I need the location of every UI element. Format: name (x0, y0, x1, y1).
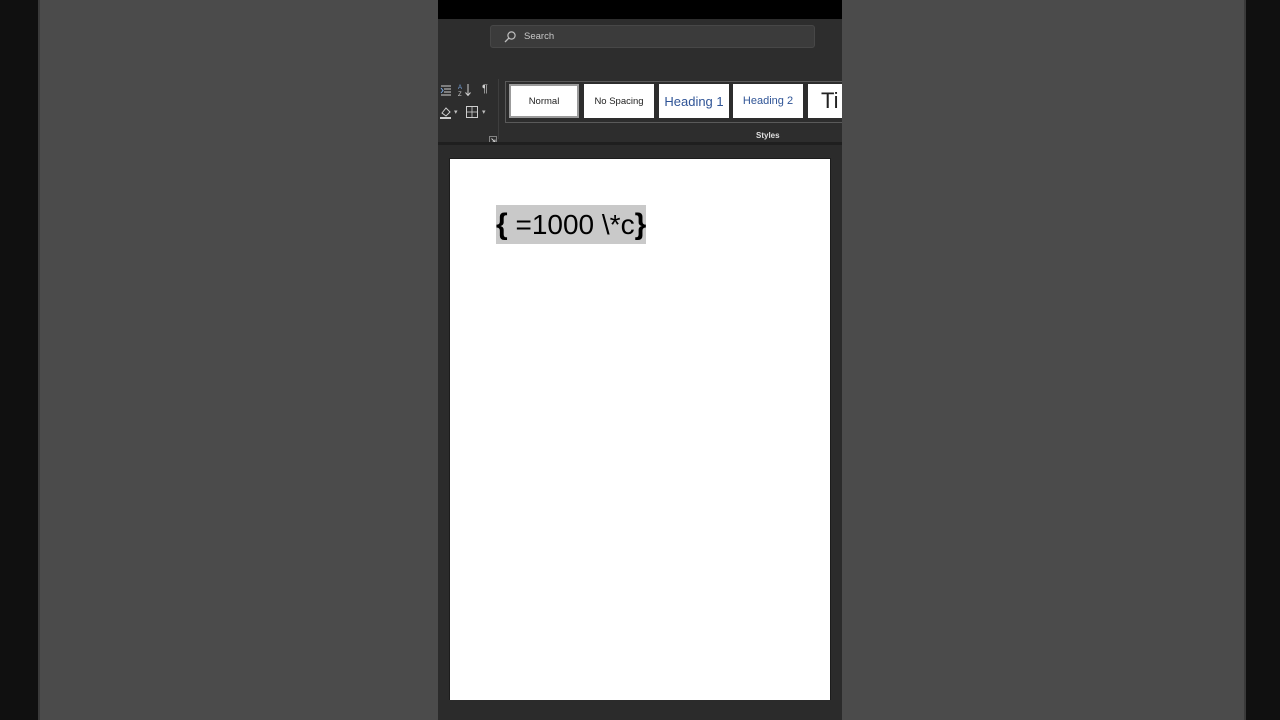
style-no-spacing-label: No Spacing (594, 95, 644, 107)
svg-text:Z: Z (458, 92, 462, 97)
borders-icon[interactable] (465, 105, 479, 119)
paragraph-dialog-launcher-icon[interactable] (489, 131, 497, 144)
style-title-label: Ti (821, 88, 839, 113)
shading-icon[interactable] (438, 105, 452, 119)
left-letterbox-edge (38, 0, 40, 720)
style-normal-label: Normal (528, 95, 560, 107)
borders-dropdown-chevron-icon[interactable]: ▾ (482, 108, 486, 116)
shading-dropdown-chevron-icon[interactable]: ▾ (454, 108, 458, 116)
title-bar (438, 0, 842, 19)
word-window: Search A Z ¶ ▾ ▾ Normal No Spacing Headi… (438, 0, 842, 720)
style-title[interactable]: Ti (808, 84, 842, 118)
search-placeholder: Search (524, 31, 555, 42)
right-letterbox (1246, 0, 1280, 720)
left-letterbox (0, 0, 38, 720)
status-bar (438, 700, 842, 720)
svg-text:A: A (458, 85, 462, 91)
style-normal[interactable]: Normal (509, 84, 579, 118)
search-box[interactable]: Search (490, 25, 815, 48)
style-heading-1-label: Heading 1 (664, 93, 724, 109)
style-heading-2[interactable]: Heading 2 (733, 84, 803, 118)
style-heading-2-label: Heading 2 (742, 95, 794, 107)
ribbon: A Z ¶ ▾ ▾ Normal No Spacing Heading 1 He… (438, 75, 842, 144)
field-code-text: =1000 \*c (507, 208, 635, 240)
document-canvas: { =1000 \*c} (438, 145, 842, 720)
sort-icon[interactable]: A Z (458, 83, 472, 97)
search-row: Search (438, 19, 842, 75)
document-page[interactable]: { =1000 \*c} (450, 159, 830, 700)
styles-group-label: Styles (756, 131, 780, 140)
show-formatting-marks-icon[interactable]: ¶ (478, 82, 492, 96)
field-code[interactable]: { =1000 \*c} (496, 205, 647, 244)
style-heading-1[interactable]: Heading 1 (659, 84, 729, 118)
search-icon (503, 30, 517, 44)
field-open-brace: { (496, 207, 508, 241)
multilevel-list-icon[interactable] (439, 83, 453, 97)
style-no-spacing[interactable]: No Spacing (584, 84, 654, 118)
ribbon-group-separator (498, 79, 499, 139)
field-close-brace: } (634, 207, 647, 241)
styles-gallery: Normal No Spacing Heading 1 Heading 2 Ti (505, 81, 842, 123)
